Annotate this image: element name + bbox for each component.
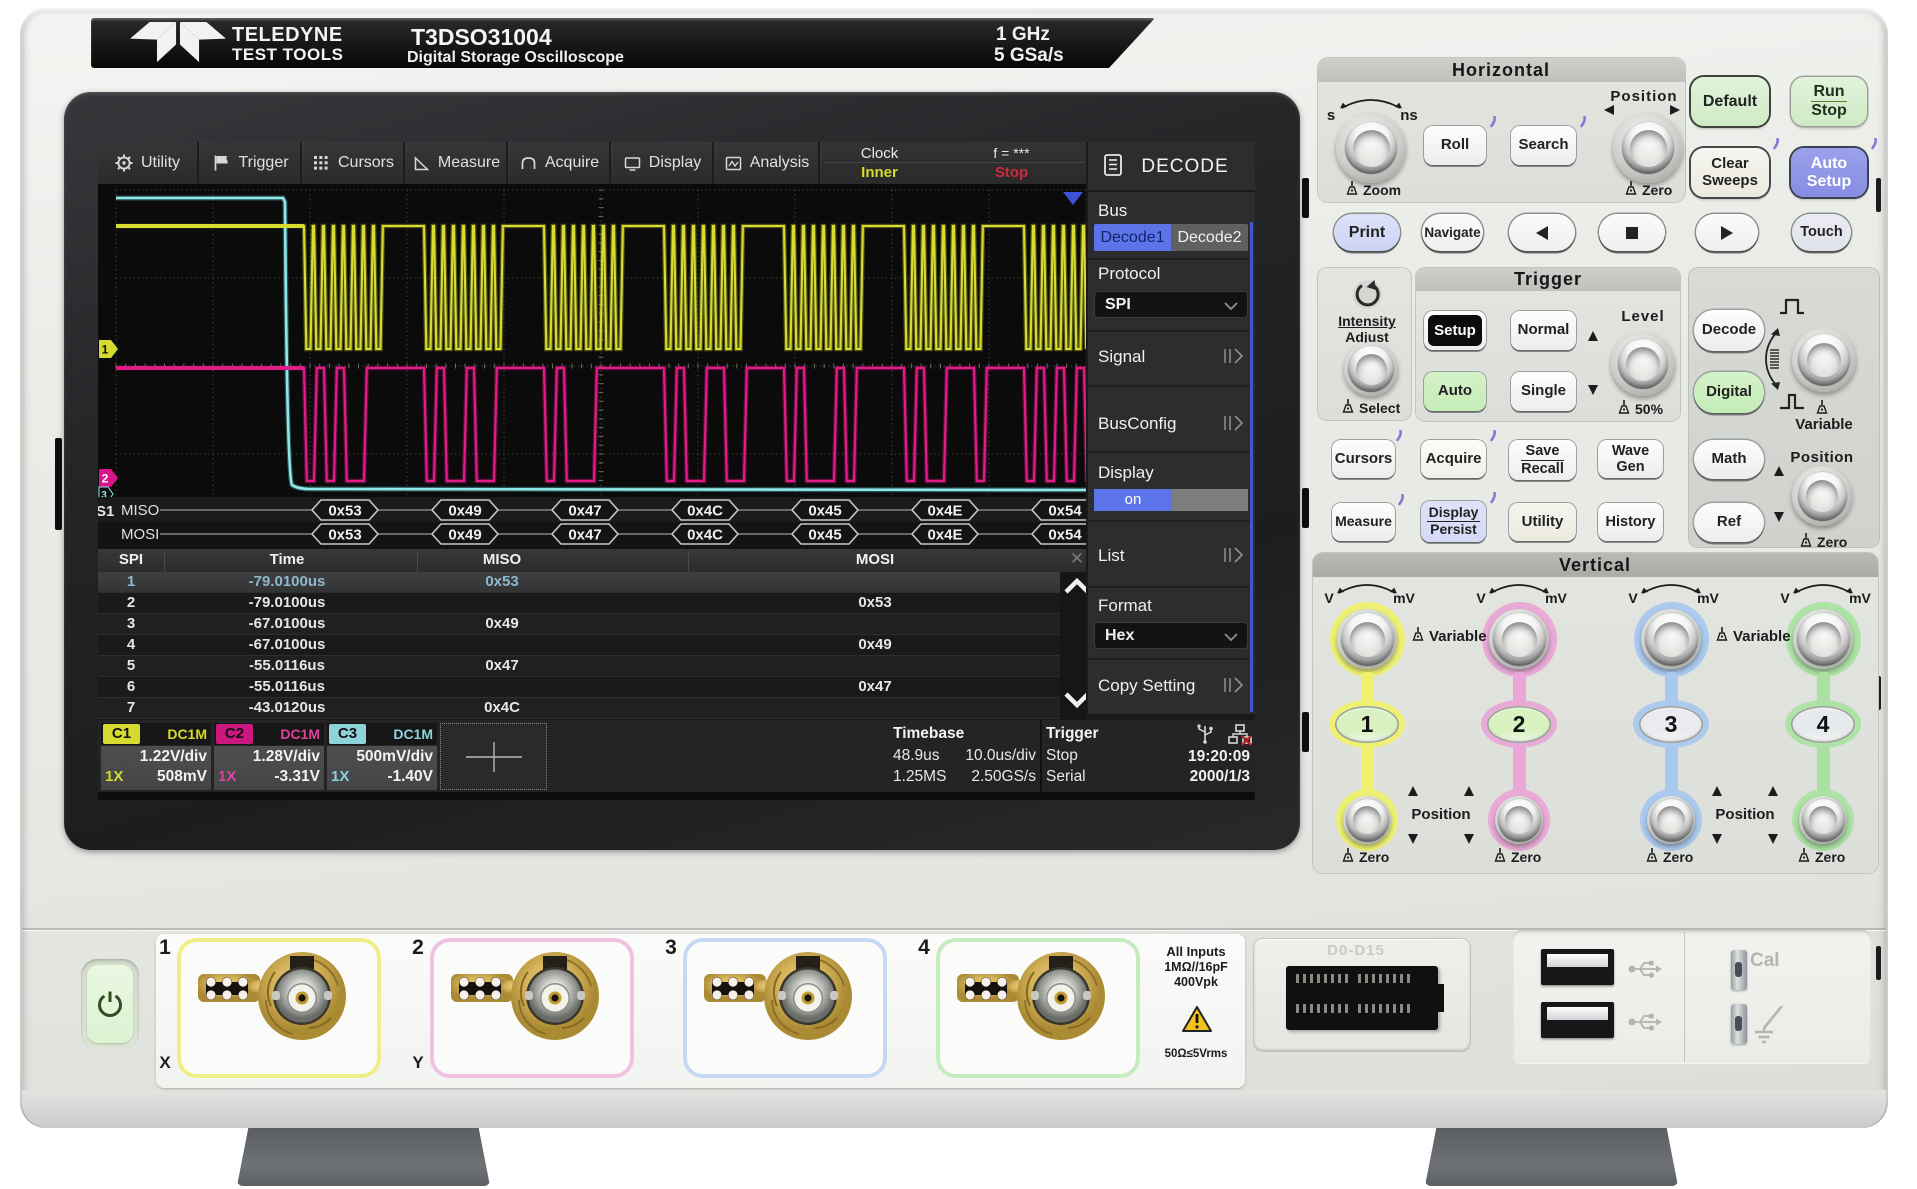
svg-text:0x4E: 0x4E	[927, 503, 962, 520]
svg-text:0x54: 0x54	[1048, 503, 1082, 520]
svg-text:2: 2	[102, 472, 109, 486]
svg-text:S1: S1	[98, 503, 114, 520]
svg-text:0x49: 0x49	[448, 503, 481, 520]
svg-text:MOSI: MOSI	[121, 526, 159, 543]
svg-text:0x54: 0x54	[1048, 527, 1082, 544]
svg-text:0x4C: 0x4C	[687, 527, 723, 544]
svg-text:0x53: 0x53	[328, 503, 361, 520]
svg-text:MISO: MISO	[121, 502, 159, 519]
svg-text:0x4C: 0x4C	[687, 503, 723, 520]
svg-text:1: 1	[102, 343, 109, 357]
svg-text:0x53: 0x53	[328, 527, 361, 544]
svg-text:0x45: 0x45	[808, 503, 841, 520]
svg-text:0x47: 0x47	[568, 527, 601, 544]
svg-text:0x47: 0x47	[568, 503, 601, 520]
svg-text:0x4E: 0x4E	[927, 527, 962, 544]
svg-text:0x49: 0x49	[448, 527, 481, 544]
svg-text:0x45: 0x45	[808, 527, 841, 544]
